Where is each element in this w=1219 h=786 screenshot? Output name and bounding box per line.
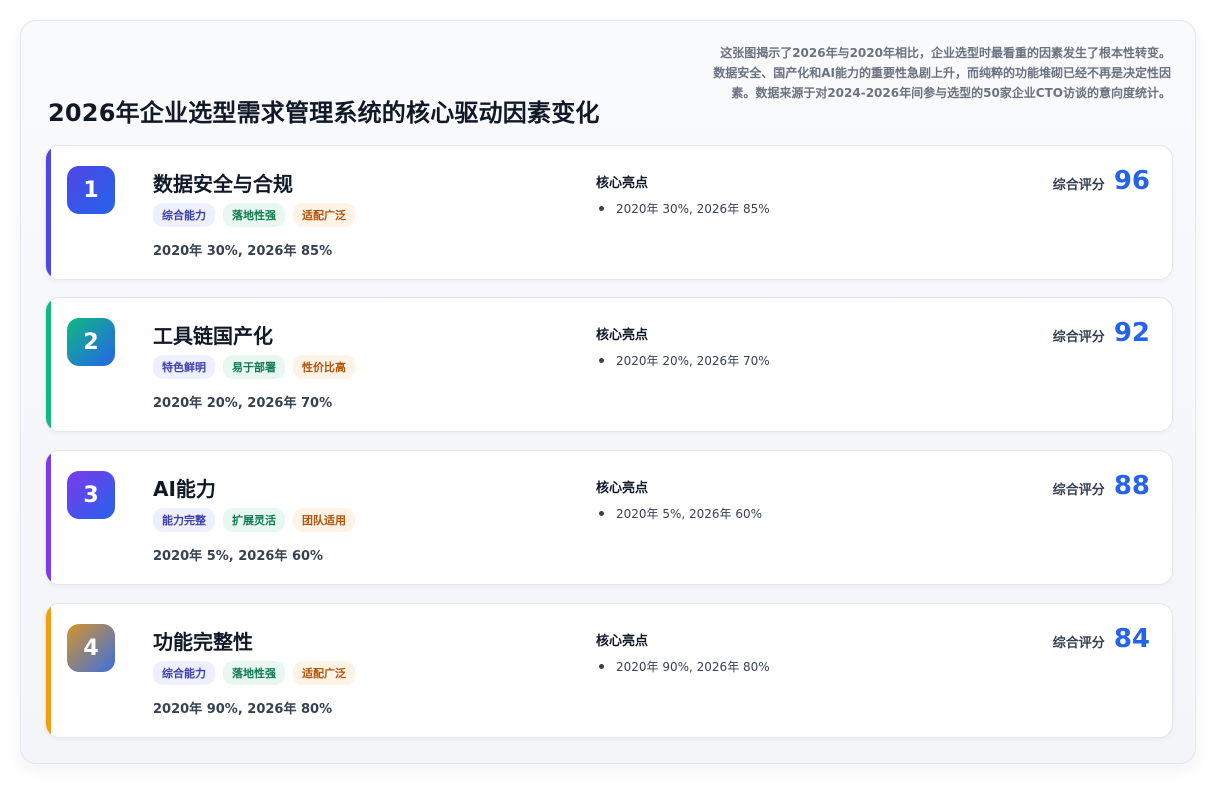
tag-list: 综合能力 落地性强 适配广泛 [153, 203, 355, 227]
rank-badge: 3 [67, 471, 115, 519]
highlight-item: 2020年 30%, 2026年 85% [596, 200, 770, 217]
factor-card-1: 1 数据安全与合规 综合能力 落地性强 适配广泛 2020年 30%, 2026… [45, 145, 1173, 280]
score-value: 88 [1113, 471, 1150, 501]
rank-badge: 1 [67, 166, 115, 214]
highlight-heading: 核心亮点 [596, 328, 649, 343]
factor-card-2: 2 工具链国产化 特色鲜明 易于部署 性价比高 2020年 20%, 2026年… [45, 297, 1173, 432]
score-block: 综合评分 84 [1053, 624, 1150, 654]
highlight-item: 2020年 90%, 2026年 80% [596, 658, 770, 675]
card-stat: 2020年 5%, 2026年 60% [153, 549, 324, 564]
card-accent-bar [46, 604, 51, 737]
card-title: AI能力 [153, 477, 216, 501]
score-block: 综合评分 96 [1053, 166, 1150, 196]
card-title: 数据安全与合规 [153, 172, 293, 196]
tag: 易于部署 [223, 355, 285, 379]
tag-list: 特色鲜明 易于部署 性价比高 [153, 355, 355, 379]
card-title: 功能完整性 [153, 630, 253, 654]
highlight-text: 2020年 20%, 2026年 70% [616, 354, 770, 368]
tag: 适配广泛 [293, 203, 355, 227]
factor-card-4: 4 功能完整性 综合能力 落地性强 适配广泛 2020年 90%, 2026年 … [45, 603, 1173, 738]
highlight-heading: 核心亮点 [596, 634, 649, 649]
tag-list: 综合能力 落地性强 适配广泛 [153, 661, 355, 685]
score-label: 综合评分 [1052, 483, 1105, 498]
tag: 综合能力 [153, 203, 215, 227]
report-panel: 2026年企业选型需求管理系统的核心驱动因素变化 这张图揭示了2026年与202… [20, 20, 1196, 764]
factor-card-3: 3 AI能力 能力完整 扩展灵活 团队适用 2020年 5%, 2026年 60… [45, 450, 1173, 585]
bullet-icon [599, 511, 604, 516]
bullet-icon [599, 358, 604, 363]
card-accent-bar [46, 146, 51, 279]
score-label: 综合评分 [1052, 636, 1105, 651]
score-label: 综合评分 [1052, 178, 1105, 193]
score-value: 92 [1113, 318, 1150, 348]
bullet-icon [599, 206, 604, 211]
highlight-item: 2020年 5%, 2026年 60% [596, 505, 762, 522]
rank-badge: 2 [67, 318, 115, 366]
score-label: 综合评分 [1052, 330, 1105, 345]
bullet-icon [599, 664, 604, 669]
tag: 扩展灵活 [223, 508, 285, 532]
score-value: 84 [1113, 624, 1150, 654]
score-block: 综合评分 88 [1053, 471, 1150, 501]
tag: 综合能力 [153, 661, 215, 685]
score-block: 综合评分 92 [1053, 318, 1150, 348]
card-stat: 2020年 90%, 2026年 80% [153, 702, 333, 717]
card-accent-bar [46, 298, 51, 431]
card-title: 工具链国产化 [153, 324, 273, 348]
highlight-item: 2020年 20%, 2026年 70% [596, 352, 770, 369]
highlight-text: 2020年 90%, 2026年 80% [616, 660, 770, 674]
tag: 落地性强 [223, 203, 285, 227]
tag-list: 能力完整 扩展灵活 团队适用 [153, 508, 355, 532]
tag: 适配广泛 [293, 661, 355, 685]
tag: 落地性强 [223, 661, 285, 685]
card-stat: 2020年 30%, 2026年 85% [153, 244, 333, 259]
tag: 团队适用 [293, 508, 355, 532]
tag: 性价比高 [293, 355, 355, 379]
highlight-text: 2020年 30%, 2026年 85% [616, 202, 770, 216]
tag: 特色鲜明 [153, 355, 215, 379]
card-accent-bar [46, 451, 51, 584]
tag: 能力完整 [153, 508, 215, 532]
rank-badge: 4 [67, 624, 115, 672]
highlight-heading: 核心亮点 [596, 176, 649, 191]
score-value: 96 [1113, 166, 1150, 196]
page-title: 2026年企业选型需求管理系统的核心驱动因素变化 [48, 99, 600, 127]
card-stat: 2020年 20%, 2026年 70% [153, 396, 333, 411]
page-description: 这张图揭示了2026年与2020年相比，企业选型时最看重的因素发生了根本性转变。… [713, 46, 1171, 100]
highlight-heading: 核心亮点 [596, 481, 649, 496]
highlight-text: 2020年 5%, 2026年 60% [616, 507, 763, 521]
